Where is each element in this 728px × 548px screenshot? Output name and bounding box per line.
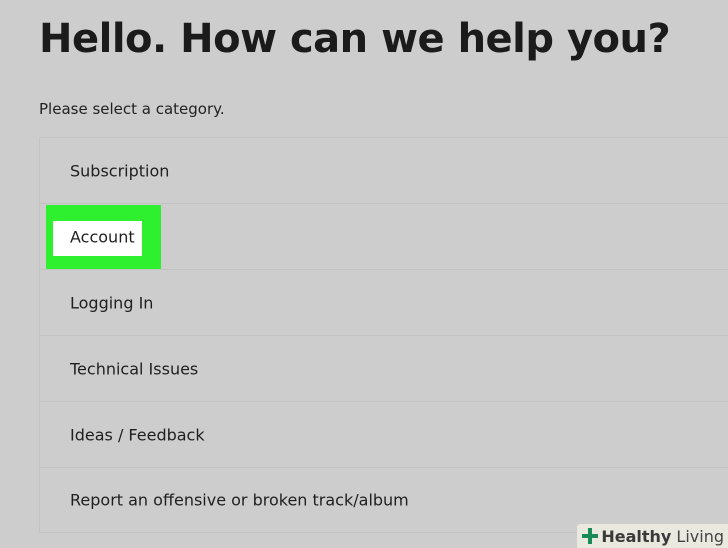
category-label: Subscription	[70, 161, 170, 180]
category-item-account[interactable]: Account	[40, 203, 728, 270]
healthy-living-watermark: Healthy Living	[577, 524, 728, 548]
watermark-text: Healthy Living	[601, 526, 724, 546]
category-list: Subscription Account Logging In Technica…	[39, 137, 728, 533]
category-label: Technical Issues	[70, 359, 199, 378]
category-label: Ideas / Feedback	[70, 425, 205, 444]
category-item-logging-in[interactable]: Logging In	[40, 269, 728, 335]
category-item-technical-issues[interactable]: Technical Issues	[40, 335, 728, 401]
category-label: Account	[70, 227, 135, 246]
page-title: Hello. How can we help you?	[39, 16, 671, 62]
category-item-ideas-feedback[interactable]: Ideas / Feedback	[40, 401, 728, 467]
category-prompt: Please select a category.	[39, 100, 225, 118]
category-label: Logging In	[70, 293, 154, 312]
medical-cross-icon	[582, 528, 599, 544]
category-item-subscription[interactable]: Subscription	[40, 137, 728, 203]
category-label: Report an offensive or broken track/albu…	[70, 490, 409, 510]
